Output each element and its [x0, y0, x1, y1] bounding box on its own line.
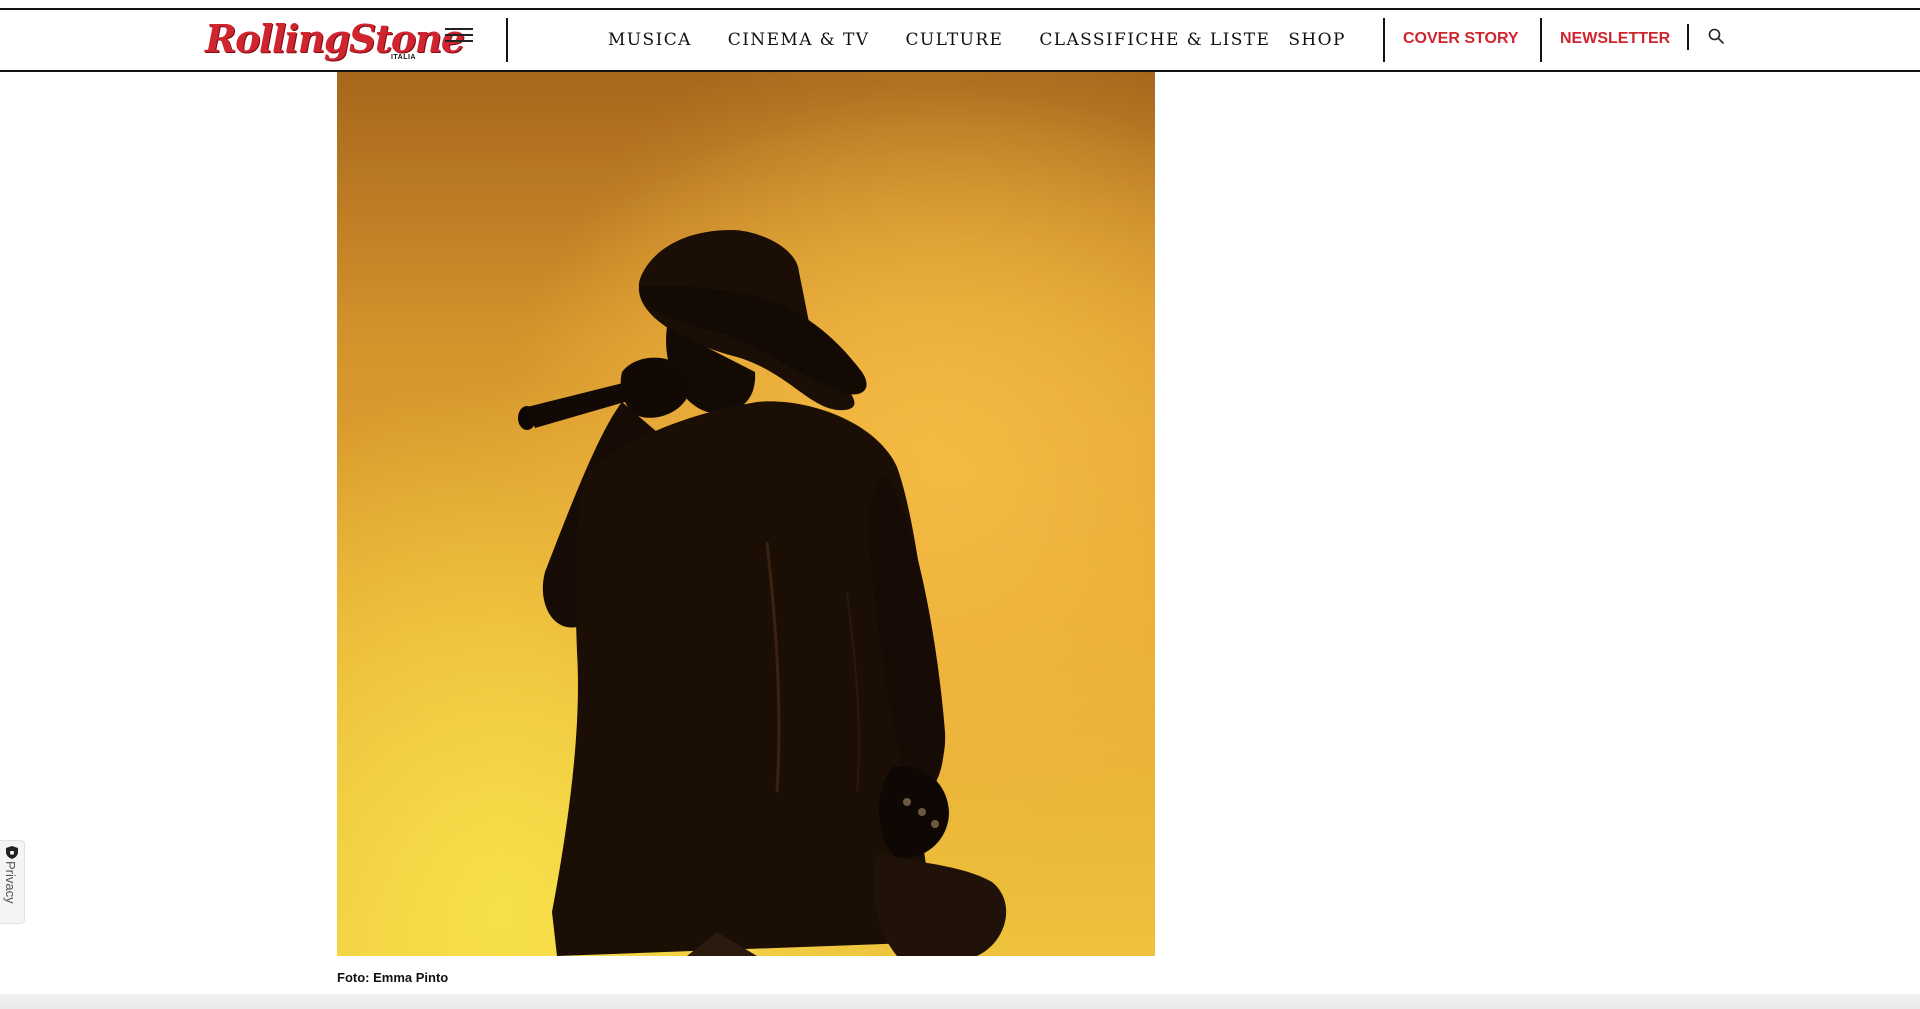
performer-silhouette [337, 72, 1155, 956]
logo-wordmark: RollingStone [205, 16, 465, 61]
nav-item-shop[interactable]: SHOP [1288, 30, 1345, 50]
header-divider [1540, 18, 1542, 62]
nav-item-classifiche-liste[interactable]: CLASSIFICHE & LISTE [1039, 30, 1270, 50]
newsletter-link[interactable]: NEWSLETTER [1560, 30, 1670, 48]
cover-story-link[interactable]: COVER STORY [1403, 30, 1519, 48]
logo-subtitle: ITALIA [390, 54, 416, 61]
privacy-label: Privacy [3, 861, 18, 904]
main-nav: MUSICA CINEMA & TV CULTURE CLASSIFICHE &… [608, 30, 1382, 50]
nav-item-cinema-tv[interactable]: CINEMA & TV [728, 30, 870, 50]
header-divider [1383, 18, 1385, 62]
hamburger-menu-icon[interactable] [445, 28, 473, 46]
rolling-stone-logo[interactable]: RollingStone ITALIA [205, 14, 465, 66]
bottom-bar [0, 994, 1920, 1009]
nav-item-musica[interactable]: MUSICA [608, 30, 692, 50]
privacy-button[interactable]: Privacy [0, 840, 25, 924]
header-divider [506, 18, 508, 62]
article-photo [337, 72, 1155, 956]
search-icon[interactable] [1707, 27, 1725, 45]
nav-item-culture[interactable]: CULTURE [905, 30, 1003, 50]
header-divider [1687, 24, 1689, 50]
photo-caption: Foto: Emma Pinto [337, 970, 449, 985]
site-header: RollingStone ITALIA MUSICA CINEMA & TV C… [0, 10, 1920, 72]
shield-icon [6, 846, 18, 859]
